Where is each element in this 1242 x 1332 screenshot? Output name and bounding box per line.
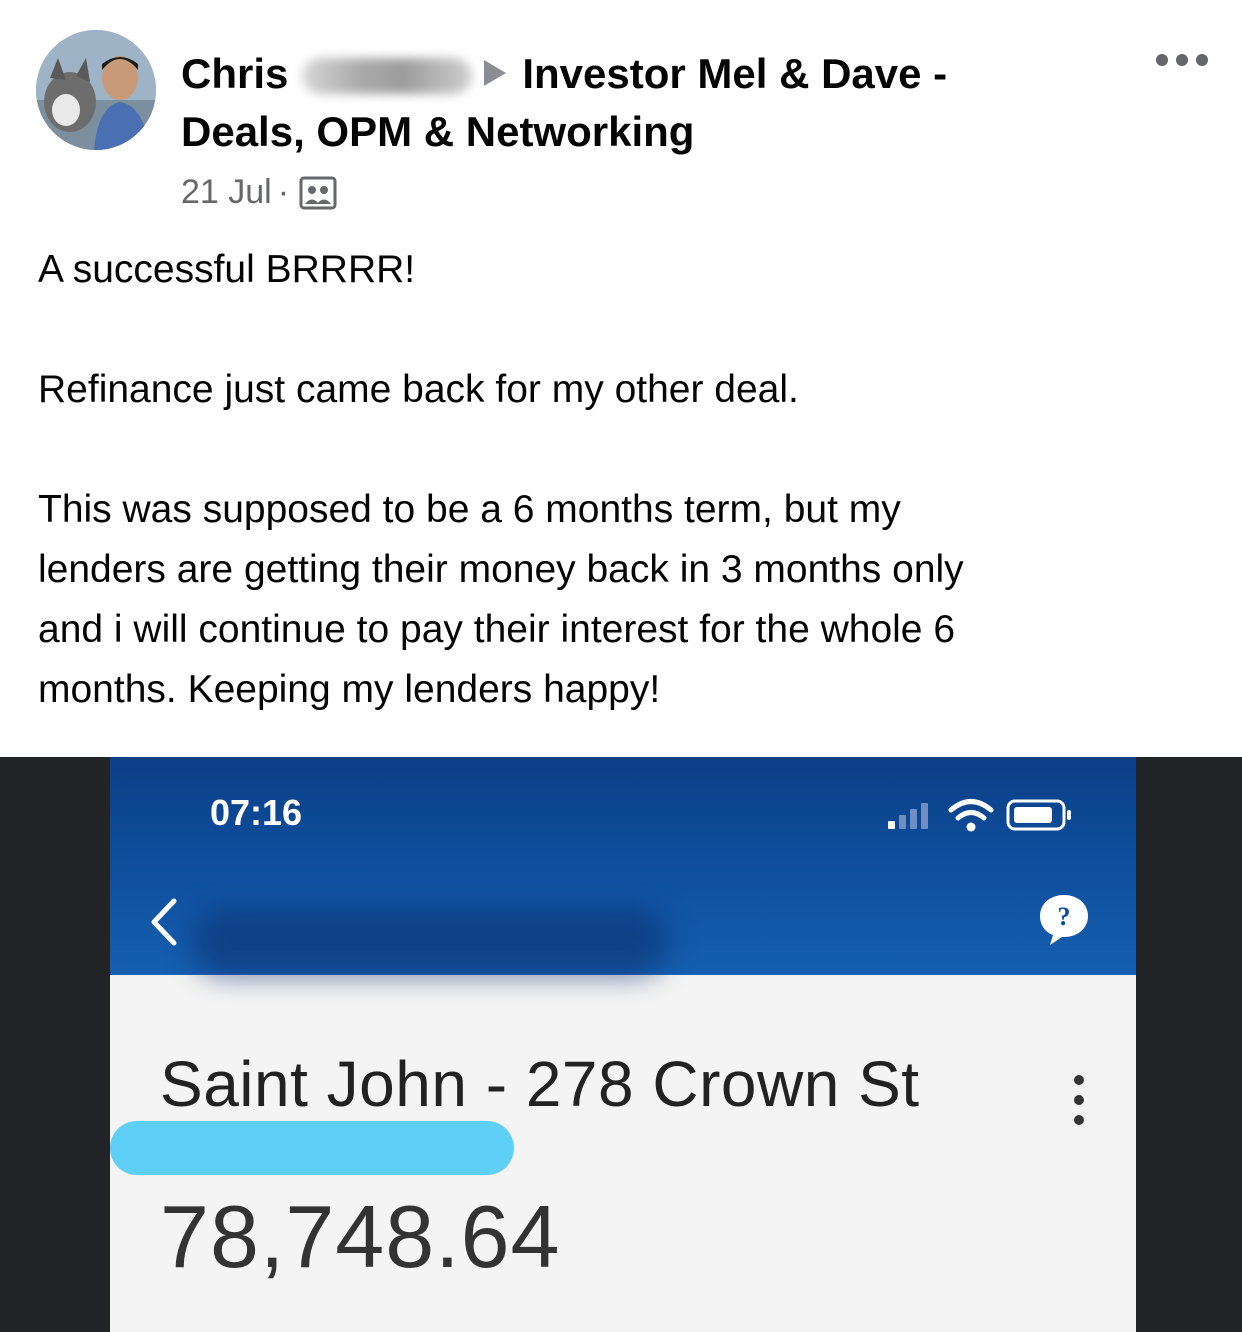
post-paragraph-3-line: lenders are getting their money back in … (38, 548, 964, 591)
post-paragraph-1: A successful BRRRR! (38, 248, 416, 291)
highlighter-redaction (110, 1121, 514, 1175)
post-photo[interactable]: 07:16 ? Saint John - 278 Crown St 78,748… (0, 757, 1242, 1332)
group-members-icon (299, 176, 337, 221)
account-balance: 78,748.64 (160, 1187, 561, 1286)
redacted-surname (302, 58, 473, 94)
avatar-image (36, 30, 156, 150)
more-options-icon[interactable] (1156, 52, 1208, 68)
wifi-icon (948, 799, 994, 832)
post-paragraph-3-line: and i will continue to pay their interes… (38, 608, 956, 651)
posted-in-arrow-icon (484, 60, 507, 86)
meta-separator: · (277, 173, 290, 211)
post-meta: 21 Jul · (181, 170, 337, 221)
post-header-line-1: Chris Investor Mel & Dave - (181, 49, 947, 99)
post-date[interactable]: 21 Jul (181, 173, 272, 211)
post-paragraph-3-line: months. Keeping my lenders happy! (38, 668, 661, 711)
app-header-bar: 07:16 ? (110, 757, 1136, 977)
group-name-continued[interactable]: Deals, OPM & Networking (181, 108, 694, 155)
author-avatar[interactable] (36, 30, 156, 150)
account-name[interactable]: Saint John - 278 Crown St (160, 1047, 920, 1121)
author-name[interactable]: Chris (181, 50, 288, 97)
post-paragraph-3: This was supposed to be a 6 months term,… (38, 480, 964, 720)
cell-signal-icon (888, 803, 928, 829)
redacted-area (190, 907, 670, 977)
post-paragraph-2: Refinance just came back for my other de… (38, 368, 799, 411)
banking-app-screenshot: 07:16 ? Saint John - 278 Crown St 78,748… (110, 757, 1136, 1332)
svg-text:?: ? (1058, 902, 1071, 931)
post-header-line-2: Deals, OPM & Networking (181, 107, 694, 157)
group-name[interactable]: Investor Mel & Dave - (522, 50, 947, 97)
battery-icon (1006, 799, 1071, 831)
help-bubble-icon[interactable]: ? (1036, 891, 1092, 947)
status-bar-time: 07:16 (210, 792, 303, 833)
post-paragraph-3-line: This was supposed to be a 6 months term,… (38, 488, 901, 531)
kebab-menu-icon[interactable] (1072, 1075, 1086, 1125)
back-chevron-icon[interactable] (146, 897, 180, 947)
